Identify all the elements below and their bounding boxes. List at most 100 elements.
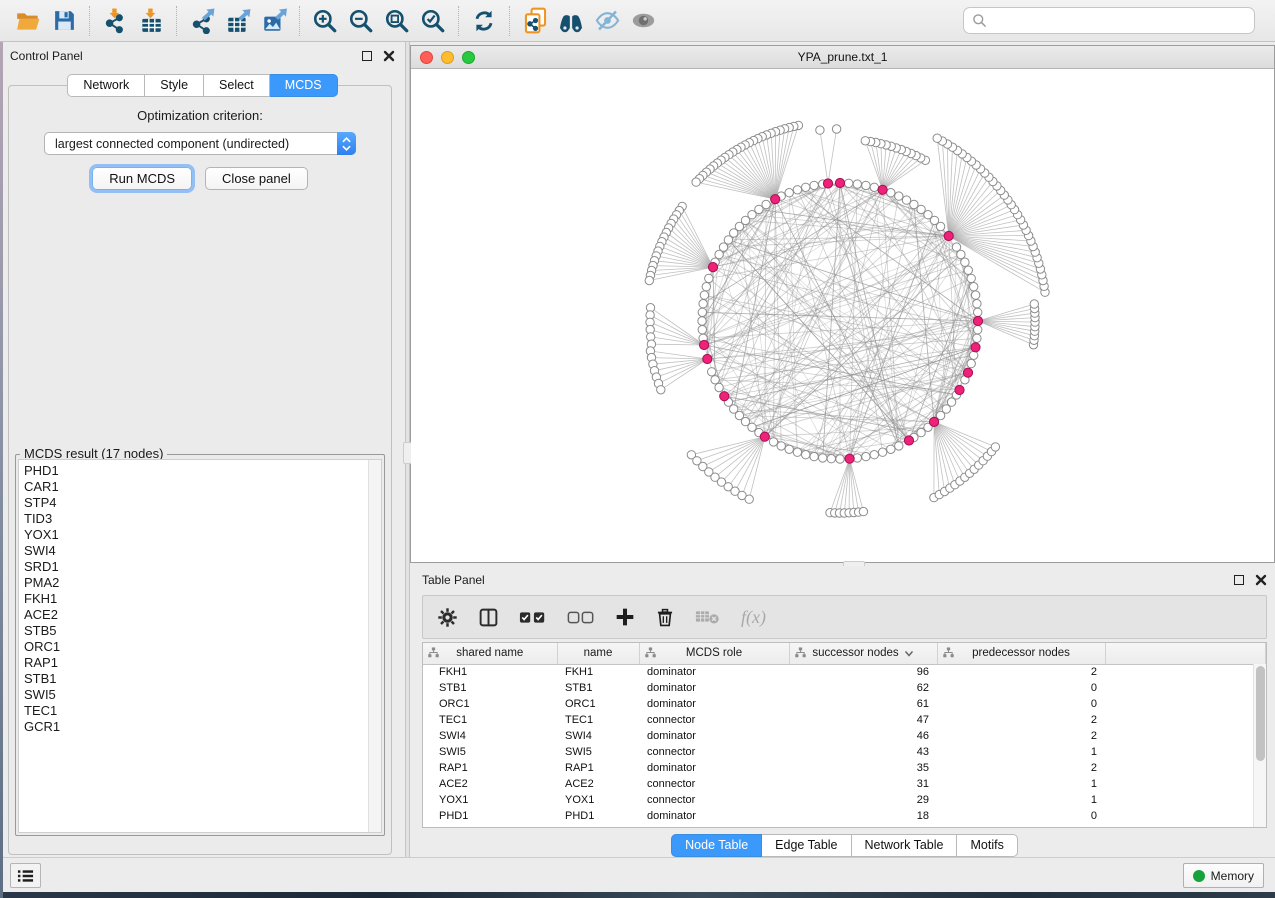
export-image-button[interactable] [256,4,292,38]
open-file-button[interactable] [10,4,46,38]
mcds-result-item[interactable]: SWI4 [24,543,381,559]
delete-row-button[interactable] [655,607,675,628]
tab-style[interactable]: Style [145,74,204,97]
cell-mcds-role[interactable]: connector [639,744,789,760]
table-row[interactable]: RAP1RAP1dominator352 [423,760,1266,776]
task-history-button[interactable] [10,863,41,888]
cell-predecessor-nodes[interactable]: 1 [937,792,1105,808]
mcds-result-item[interactable]: GCR1 [24,719,381,735]
cell-predecessor-nodes[interactable]: 2 [937,712,1105,728]
cell-successor-nodes[interactable]: 96 [789,664,937,680]
mcds-result-item[interactable]: STB1 [24,671,381,687]
cell-predecessor-nodes[interactable]: 0 [937,680,1105,696]
run-mcds-button[interactable]: Run MCDS [92,167,192,190]
cell-name[interactable]: RAP1 [557,760,639,776]
mcds-result-item[interactable]: TID3 [24,511,381,527]
cell-mcds-role[interactable]: dominator [639,680,789,696]
mcds-result-item[interactable]: FKH1 [24,591,381,607]
cell-successor-nodes[interactable]: 29 [789,792,937,808]
cell-name[interactable]: ORC1 [557,696,639,712]
close-panel-button[interactable] [382,50,395,63]
cell-predecessor-nodes[interactable]: 2 [937,664,1105,680]
function-builder-button[interactable]: f(x) [741,607,766,628]
cell-mcds-role[interactable]: connector [639,712,789,728]
cell-name[interactable]: YOX1 [557,792,639,808]
cell-shared-name[interactable]: FKH1 [423,664,557,680]
cell-successor-nodes[interactable]: 31 [789,776,937,792]
mcds-result-item[interactable]: SWI5 [24,687,381,703]
cell-successor-nodes[interactable]: 18 [789,808,937,824]
cell-name[interactable]: STB1 [557,680,639,696]
cell-name[interactable]: SWI4 [557,728,639,744]
result-list-scrollbar[interactable] [368,460,381,832]
cell-mcds-role[interactable]: dominator [639,728,789,744]
cell-name[interactable]: SWI5 [557,744,639,760]
close-mcds-panel-button[interactable]: Close panel [205,167,308,190]
search-input[interactable] [987,14,1246,28]
export-network-button[interactable] [184,4,220,38]
table-row[interactable]: PHD1PHD1dominator180 [423,808,1266,824]
column-header-shared-name[interactable]: shared name [423,643,557,664]
zoom-selected-button[interactable] [415,4,451,38]
float-table-panel-button[interactable] [1232,574,1245,587]
cell-shared-name[interactable]: YOX1 [423,792,557,808]
mcds-result-item[interactable]: PHD1 [24,463,381,479]
mcds-result-list[interactable]: PHD1CAR1STP4TID3YOX1SWI4SRD1PMA2FKH1ACE2… [18,459,382,833]
cell-mcds-role[interactable]: dominator [639,696,789,712]
column-header-successor-nodes[interactable]: successor nodes [789,643,937,664]
cell-mcds-role[interactable]: connector [639,776,789,792]
cell-successor-nodes[interactable]: 43 [789,744,937,760]
table-row[interactable]: STB1STB1dominator620 [423,680,1266,696]
network-graph[interactable] [411,69,1271,562]
cell-shared-name[interactable]: SWI4 [423,728,557,744]
settings-gear-button[interactable] [437,607,458,628]
cell-name[interactable]: FKH1 [557,664,639,680]
mcds-result-item[interactable]: TEC1 [24,703,381,719]
node-table[interactable]: shared namename MCDS role successor node… [422,642,1267,828]
share-document-button[interactable] [517,4,553,38]
table-scrollbar[interactable] [1253,664,1266,827]
mcds-result-item[interactable]: RAP1 [24,655,381,671]
first-neighbors-button[interactable] [553,4,589,38]
cell-predecessor-nodes[interactable]: 0 [937,808,1105,824]
zoom-in-button[interactable] [307,4,343,38]
mcds-result-item[interactable]: CAR1 [24,479,381,495]
hide-selected-button[interactable] [589,4,625,38]
tab-mcds[interactable]: MCDS [270,74,338,97]
cell-shared-name[interactable]: ORC1 [423,696,557,712]
cell-shared-name[interactable]: RAP1 [423,760,557,776]
mcds-result-item[interactable]: ORC1 [24,639,381,655]
cell-shared-name[interactable]: ACE2 [423,776,557,792]
cell-name[interactable]: ACE2 [557,776,639,792]
mcds-result-item[interactable]: STB5 [24,623,381,639]
close-table-panel-button[interactable] [1254,574,1267,587]
zoom-fit-button[interactable] [379,4,415,38]
import-network-button[interactable] [97,4,133,38]
table-row[interactable]: ORC1ORC1dominator610 [423,696,1266,712]
select-all-button[interactable] [519,609,547,625]
column-header-MCDS-role[interactable]: MCDS role [639,643,789,664]
cell-predecessor-nodes[interactable]: 1 [937,776,1105,792]
deselect-all-button[interactable] [567,609,595,625]
column-header-predecessor-nodes[interactable]: predecessor nodes [937,643,1105,664]
search-field[interactable] [963,7,1255,34]
cell-predecessor-nodes[interactable]: 1 [937,744,1105,760]
column-preferences-button[interactable] [478,607,499,628]
cell-mcds-role[interactable]: dominator [639,664,789,680]
memory-button[interactable]: Memory [1183,863,1264,888]
cell-mcds-role[interactable]: dominator [639,808,789,824]
table-row[interactable]: ACE2ACE2connector311 [423,776,1266,792]
column-header-name[interactable]: name [557,643,639,664]
cell-successor-nodes[interactable]: 46 [789,728,937,744]
mcds-result-item[interactable]: SRD1 [24,559,381,575]
cell-shared-name[interactable]: TEC1 [423,712,557,728]
optimization-criterion-select[interactable]: largest connected component (undirected) [44,132,356,155]
cell-successor-nodes[interactable]: 35 [789,760,937,776]
import-table-button[interactable] [133,4,169,38]
cell-shared-name[interactable]: SWI5 [423,744,557,760]
tab-network[interactable]: Network [67,74,145,97]
table-row[interactable]: SWI4SWI4dominator462 [423,728,1266,744]
cell-shared-name[interactable]: STB1 [423,680,557,696]
tab-network-table[interactable]: Network Table [852,834,958,857]
table-row[interactable]: SWI5SWI5connector431 [423,744,1266,760]
